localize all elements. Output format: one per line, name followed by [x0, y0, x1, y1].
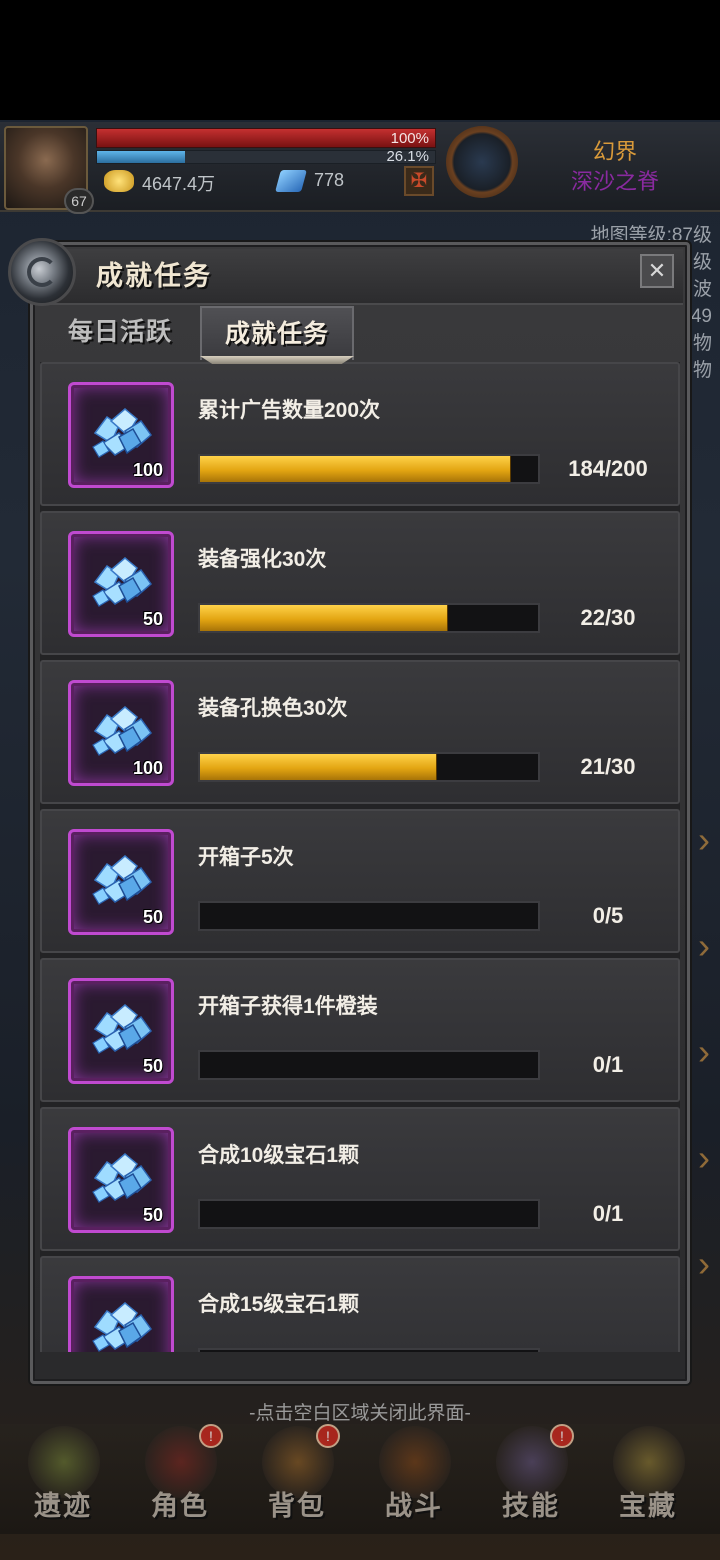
task-row: 100 累计广告数量200次 184/200 — [40, 362, 680, 506]
progress-fill — [200, 754, 437, 780]
crystal-icon — [89, 1297, 155, 1352]
chevron-right-icon[interactable]: › — [698, 1138, 718, 1178]
reward-icon-frame[interactable]: 100 — [68, 680, 174, 786]
emblem-ring — [27, 257, 57, 287]
gem-amount: 778 — [314, 170, 345, 190]
progress-text: 21/30 — [580, 754, 636, 779]
task-name: 合成15级宝石1颗 — [198, 1293, 360, 1316]
tab-achievements[interactable]: 成就任务 — [200, 306, 354, 360]
exp-bar: 26.1% — [96, 148, 436, 165]
nav-item[interactable]: 遗迹 — [8, 1424, 118, 1534]
close-icon: ✕ — [647, 258, 667, 283]
progress-text: 0/1 — [592, 1201, 624, 1226]
gold-amount: 4647.4万 — [142, 174, 216, 194]
alert-badge-icon: ! — [550, 1424, 574, 1448]
alert-badge-icon: ! — [199, 1424, 223, 1448]
progress-fill — [200, 605, 448, 631]
reward-count: 50 — [142, 609, 163, 629]
task-row: 50 开箱子5次 0/5 — [40, 809, 680, 953]
task-row: 50 开箱子获得1件橙装 0/1 — [40, 958, 680, 1102]
dialog-title: 成就任务 — [96, 261, 212, 291]
chevron-right-icon[interactable]: › — [698, 820, 718, 860]
reward-count: 50 — [142, 1205, 163, 1225]
task-name: 开箱子获得1件橙装 — [198, 995, 378, 1018]
progress-text: 22/30 — [580, 605, 636, 630]
reward-icon-frame[interactable]: 100 — [68, 382, 174, 488]
hp-percent: 100% — [390, 130, 429, 147]
chevron-right-icon[interactable]: › — [698, 1244, 718, 1284]
hp-bar: 100% — [96, 128, 436, 148]
crystal-icon — [89, 999, 155, 1055]
progress-bar — [198, 752, 540, 782]
nav-label: 战斗 — [385, 1491, 443, 1521]
reward-count: 100 — [132, 460, 163, 480]
task-name: 合成10级宝石1颗 — [198, 1144, 360, 1167]
exp-percent: 26.1% — [386, 148, 429, 165]
reward-icon-frame[interactable] — [68, 1276, 174, 1352]
chevron-right-icon[interactable]: › — [698, 1032, 718, 1072]
task-name: 累计广告数量200次 — [198, 399, 381, 422]
cross-emblem-icon[interactable]: ✠ — [404, 166, 434, 196]
reward-icon-frame[interactable]: 50 — [68, 531, 174, 637]
reward-count: 50 — [142, 907, 163, 927]
task-name: 装备强化30次 — [198, 548, 327, 571]
task-row: 50 装备强化30次 22/30 — [40, 511, 680, 655]
achievement-emblem-icon — [8, 238, 76, 306]
progress-text: 184/200 — [568, 456, 648, 481]
nav-item[interactable]: 战斗 — [359, 1424, 469, 1534]
progress-bar — [198, 1199, 540, 1229]
active-tab-indicator — [200, 356, 354, 364]
chevron-right-icon[interactable]: › — [698, 926, 718, 966]
crystal-icon — [89, 403, 155, 459]
crystal-icon — [89, 701, 155, 757]
nav-item[interactable]: ! 技能 — [476, 1424, 586, 1534]
map-name: 深沙之脊 — [570, 169, 659, 194]
nav-label: 背包 — [268, 1491, 326, 1521]
progress-text: 0/5 — [592, 903, 624, 928]
tab-daily-activity[interactable]: 每日活跃 — [44, 306, 196, 360]
reward-icon-frame[interactable]: 50 — [68, 978, 174, 1084]
progress-bar — [198, 1050, 540, 1080]
nav-item[interactable]: ! 背包 — [242, 1424, 352, 1534]
nav-label: 宝藏 — [619, 1491, 677, 1521]
progress-bar — [198, 1348, 540, 1352]
task-row: 100 装备孔换色30次 21/30 — [40, 660, 680, 804]
task-name: 装备孔换色30次 — [198, 697, 348, 720]
portal-icon[interactable] — [446, 126, 518, 198]
gold-coin-icon — [104, 170, 134, 192]
reward-icon-frame[interactable]: 50 — [68, 1127, 174, 1233]
nav-label: 遗迹 — [34, 1491, 92, 1521]
level-badge: 67 — [64, 188, 94, 214]
close-hint: -点击空白区域关闭此界面- — [249, 1403, 471, 1424]
progress-bar — [198, 901, 540, 931]
nav-label: 角色 — [151, 1491, 209, 1521]
reward-icon-frame[interactable]: 50 — [68, 829, 174, 935]
progress-bar — [198, 454, 540, 484]
task-row: 合成15级宝石1颗 — [40, 1256, 680, 1352]
crystal-icon — [89, 1148, 155, 1204]
alert-badge-icon: ! — [316, 1424, 340, 1448]
progress-bar — [198, 603, 540, 633]
progress-fill — [200, 456, 511, 482]
exp-fill — [97, 151, 186, 163]
crystal-icon — [89, 552, 155, 608]
nav-item[interactable]: 宝藏 — [593, 1424, 703, 1534]
close-button[interactable]: ✕ — [640, 254, 674, 288]
reward-count: 50 — [142, 1056, 163, 1076]
nav-item[interactable]: ! 角色 — [125, 1424, 235, 1534]
realm-name: 幻界 — [592, 139, 637, 164]
bottom-nav: 遗迹! 角色! 背包 战斗! 技能 宝藏 — [0, 1424, 720, 1534]
reward-count: 100 — [132, 758, 163, 778]
nav-label: 技能 — [502, 1491, 560, 1521]
crystal-icon — [89, 850, 155, 906]
task-name: 开箱子5次 — [198, 846, 294, 869]
task-row: 50 合成10级宝石1颗 0/1 — [40, 1107, 680, 1251]
progress-text: 0/1 — [592, 1052, 624, 1077]
task-list[interactable]: 100 累计广告数量200次 184/200 50 装备强化30次 22/30 100 装… — [40, 362, 680, 1352]
